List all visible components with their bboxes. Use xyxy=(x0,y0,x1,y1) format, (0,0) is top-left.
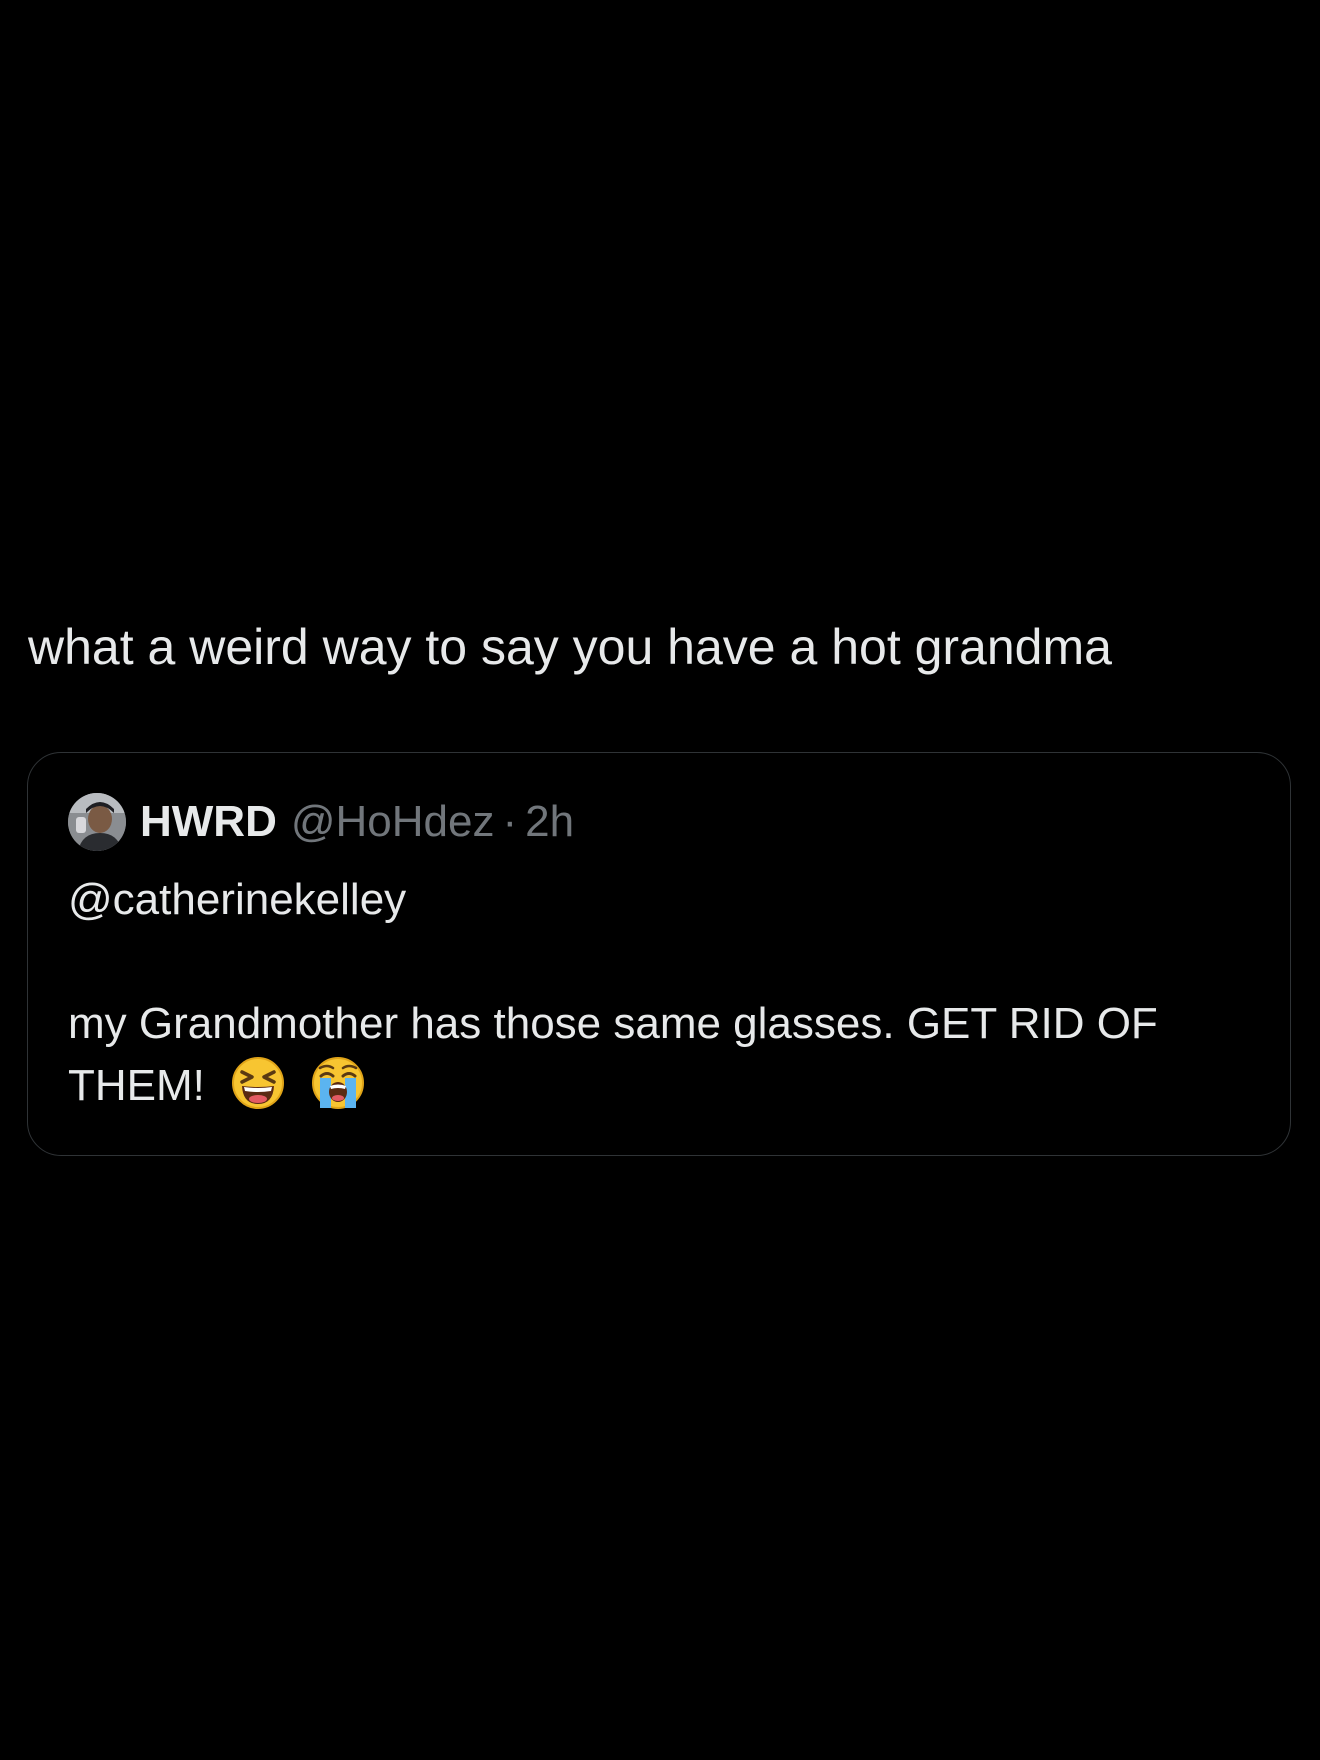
quoted-post-header: HWRD @HoHdez · 2h xyxy=(68,791,574,853)
loudly-crying-face-emoji-icon xyxy=(311,1056,365,1110)
quoted-post-text-line-2: THEM! xyxy=(68,1061,205,1110)
quoted-post-body: @catherinekelley my Grandmother has thos… xyxy=(68,869,1258,1117)
timestamp[interactable]: 2h xyxy=(525,797,574,847)
author-display-name[interactable]: HWRD xyxy=(140,797,277,847)
laughing-squinting-face-emoji-icon xyxy=(231,1056,285,1110)
quoted-post-text-line-2-container: THEM! xyxy=(68,1055,1258,1117)
author-handle[interactable]: @HoHdez xyxy=(291,797,495,847)
quoted-post-text-line-1: my Grandmother has those same glasses. G… xyxy=(68,999,1158,1048)
quoted-post-card[interactable]: HWRD @HoHdez · 2h @catherinekelley my Gr… xyxy=(27,752,1291,1156)
mention-link[interactable]: @catherinekelley xyxy=(68,869,1258,931)
post-text: what a weird way to say you have a hot g… xyxy=(28,619,1112,675)
avatar[interactable] xyxy=(68,793,126,851)
separator-dot: · xyxy=(502,797,518,846)
